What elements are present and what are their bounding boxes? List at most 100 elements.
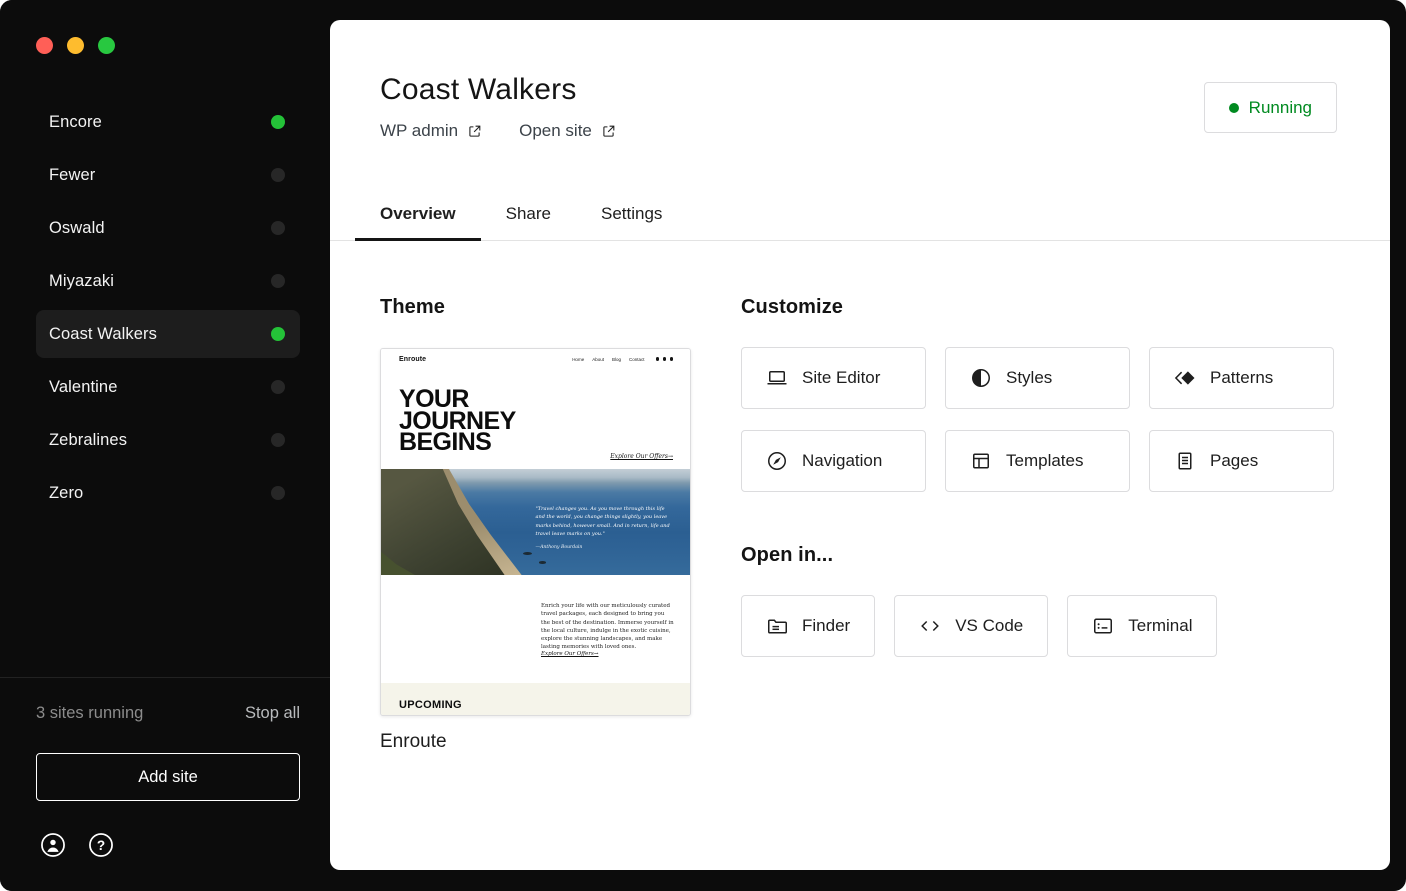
terminal-icon xyxy=(1091,614,1115,638)
sidebar-site-item-selected[interactable]: Coast Walkers xyxy=(36,310,300,358)
help-icon[interactable]: ? xyxy=(88,832,114,858)
external-link-icon xyxy=(600,123,617,140)
customize-section-heading: Customize xyxy=(741,296,843,319)
open-finder-button[interactable]: Finder xyxy=(741,595,875,657)
theme-name-caption: Enroute xyxy=(380,731,447,753)
running-dot-icon xyxy=(1229,103,1239,113)
pages-icon xyxy=(1173,449,1197,473)
button-label: Finder xyxy=(802,616,850,636)
preview-headline: YOUR JOURNEY BEGINS xyxy=(399,389,516,454)
preview-explore-link: Explore Our Offers→ xyxy=(541,651,599,657)
site-list: Encore Fewer Oswald Miyazaki Coast Walke… xyxy=(36,98,300,522)
sidebar-footer: 3 sites running Stop all Add site ? xyxy=(0,677,330,891)
site-status-dot xyxy=(271,115,285,129)
site-status-dot xyxy=(271,433,285,447)
site-name: Encore xyxy=(49,113,271,132)
preview-upcoming-label: UPCOMING xyxy=(399,699,462,711)
site-name: Coast Walkers xyxy=(49,325,271,344)
sidebar-site-item[interactable]: Miyazaki xyxy=(36,257,300,305)
preview-coast-photo: "Travel changes you. As you move through… xyxy=(381,469,690,575)
site-name: Zero xyxy=(49,484,271,503)
button-label: Site Editor xyxy=(802,368,880,388)
templates-icon xyxy=(969,449,993,473)
preview-site-header: Enroute Home About Blog Contact xyxy=(381,349,690,369)
site-status-dot xyxy=(271,274,285,288)
rock-shape xyxy=(523,552,532,555)
site-status-dot xyxy=(271,380,285,394)
site-name: Valentine xyxy=(49,378,271,397)
status-badge-label: Running xyxy=(1249,98,1312,118)
site-name: Fewer xyxy=(49,166,271,185)
wp-admin-link[interactable]: WP admin xyxy=(380,121,483,141)
open-terminal-button[interactable]: Terminal xyxy=(1067,595,1217,657)
site-editor-button[interactable]: Site Editor xyxy=(741,347,926,409)
button-label: Navigation xyxy=(802,451,882,471)
sidebar-site-item[interactable]: Oswald xyxy=(36,204,300,252)
site-name: Miyazaki xyxy=(49,272,271,291)
preview-site-logo: Enroute xyxy=(399,356,426,363)
preview-site-nav: Home About Blog Contact xyxy=(572,357,673,362)
main-panel: Coast Walkers WP admin Open site xyxy=(330,20,1390,870)
tab-settings[interactable]: Settings xyxy=(576,190,687,241)
site-status-dot xyxy=(271,327,285,341)
preview-upcoming-strip: UPCOMING xyxy=(381,683,690,716)
sidebar-site-item[interactable]: Zero xyxy=(36,469,300,517)
button-label: Templates xyxy=(1006,451,1083,471)
external-link-icon xyxy=(466,123,483,140)
patterns-icon xyxy=(1173,366,1197,390)
preview-nav-item: Home xyxy=(572,357,584,362)
sites-running-status: 3 sites running xyxy=(36,704,143,723)
preview-nav-item: Contact xyxy=(629,357,645,362)
navigation-button[interactable]: Navigation xyxy=(741,430,926,492)
open-site-link[interactable]: Open site xyxy=(519,121,617,141)
stop-all-button[interactable]: Stop all xyxy=(245,704,300,723)
button-label: Terminal xyxy=(1128,616,1192,636)
sidebar-site-item[interactable]: Valentine xyxy=(36,363,300,411)
tab-share[interactable]: Share xyxy=(481,190,576,241)
preview-quote: "Travel changes you. As you move through… xyxy=(536,505,672,552)
preview-hero: YOUR JOURNEY BEGINS Explore Our Offers→ xyxy=(381,369,690,469)
preview-nav-item: Blog xyxy=(612,357,621,362)
sidebar-site-item[interactable]: Fewer xyxy=(36,151,300,199)
site-status-dot xyxy=(271,168,285,182)
close-window-icon[interactable] xyxy=(36,37,53,54)
theme-preview-card[interactable]: Enroute Home About Blog Contact YOUR JOU… xyxy=(380,348,691,716)
sidebar: Encore Fewer Oswald Miyazaki Coast Walke… xyxy=(0,0,330,891)
account-icon[interactable] xyxy=(40,832,66,858)
pages-button[interactable]: Pages xyxy=(1149,430,1334,492)
window-controls xyxy=(36,37,115,54)
preview-body-section: Enrich your life with our meticulously c… xyxy=(381,575,690,683)
site-name: Oswald xyxy=(49,219,271,238)
styles-button[interactable]: Styles xyxy=(945,347,1130,409)
preview-social-icons xyxy=(656,357,674,361)
open-vscode-button[interactable]: VS Code xyxy=(894,595,1048,657)
sidebar-site-item[interactable]: Encore xyxy=(36,98,300,146)
preview-nav-item: About xyxy=(592,357,604,362)
customize-grid: Site Editor Styles Patterns xyxy=(741,347,1334,492)
preview-quote-attribution: —Anthony Bourdain xyxy=(536,544,672,552)
site-name: Zebralines xyxy=(49,431,271,450)
rock-shape xyxy=(539,561,546,564)
templates-button[interactable]: Templates xyxy=(945,430,1130,492)
open-site-link-label: Open site xyxy=(519,121,592,141)
open-in-section-heading: Open in... xyxy=(741,544,833,567)
tab-overview[interactable]: Overview xyxy=(355,190,481,241)
page-title: Coast Walkers xyxy=(380,73,577,107)
button-label: VS Code xyxy=(955,616,1023,636)
status-badge: Running xyxy=(1204,82,1337,133)
minimize-window-icon[interactable] xyxy=(67,37,84,54)
tab-bar: Overview Share Settings xyxy=(330,190,1390,241)
header-links: WP admin Open site xyxy=(380,121,617,141)
preview-paragraph: Enrich your life with our meticulously c… xyxy=(541,602,674,652)
sidebar-site-item[interactable]: Zebralines xyxy=(36,416,300,464)
button-label: Pages xyxy=(1210,451,1258,471)
navigation-icon xyxy=(765,449,789,473)
button-label: Styles xyxy=(1006,368,1052,388)
wp-admin-link-label: WP admin xyxy=(380,121,458,141)
svg-text:?: ? xyxy=(97,838,105,853)
code-icon xyxy=(918,614,942,638)
folder-icon xyxy=(765,614,789,638)
add-site-button[interactable]: Add site xyxy=(36,753,300,801)
patterns-button[interactable]: Patterns xyxy=(1149,347,1334,409)
zoom-window-icon[interactable] xyxy=(98,37,115,54)
